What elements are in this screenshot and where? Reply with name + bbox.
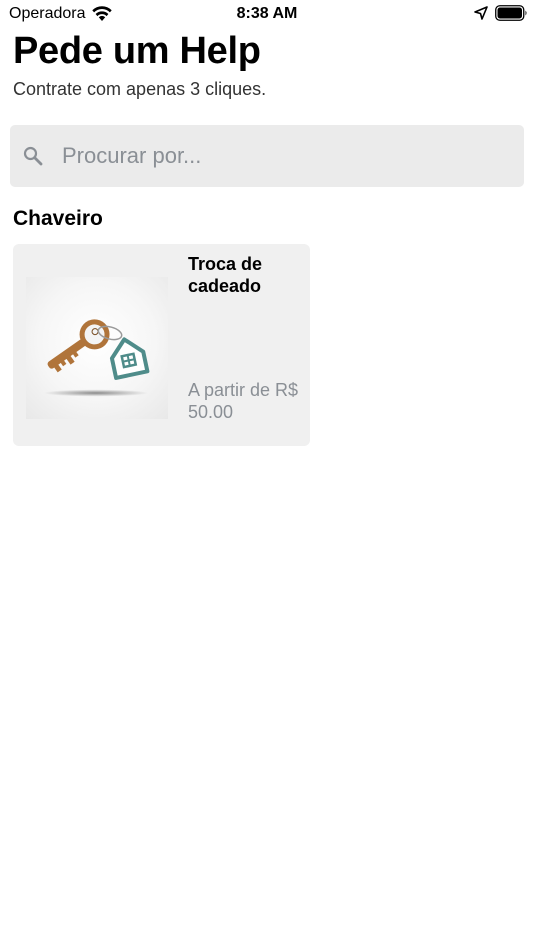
- service-card[interactable]: Troca de cadeado A partir de R$ 50.00: [13, 244, 310, 446]
- search-input[interactable]: [62, 136, 502, 176]
- battery-icon: [495, 5, 527, 21]
- search-icon: [23, 146, 43, 166]
- search-bar[interactable]: [10, 125, 524, 187]
- page-subtitle: Contrate com apenas 3 cliques.: [13, 79, 267, 99]
- key-with-house-keychain-image: [44, 319, 150, 397]
- service-price: A partir de R$ 50.00: [188, 380, 299, 422]
- location-arrow-icon: [474, 6, 488, 20]
- section-title-chaveiro: Chaveiro: [13, 207, 103, 230]
- service-image: [26, 277, 168, 419]
- status-bar: Operadora 8:38 AM: [0, 0, 534, 28]
- service-title: Troca de cadeado: [188, 254, 263, 296]
- page-title: Pede um Help: [13, 30, 261, 72]
- clock: 8:38 AM: [236, 5, 298, 22]
